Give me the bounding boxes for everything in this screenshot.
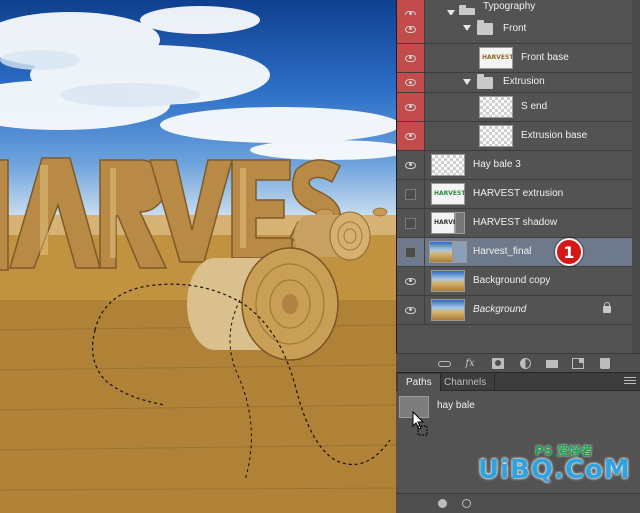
- eye-icon: [405, 103, 416, 111]
- panel-tabbar: Paths Channels: [396, 373, 640, 391]
- tab-channels[interactable]: Channels: [436, 374, 496, 391]
- layer-name: Front: [503, 23, 527, 34]
- chevron-down-icon[interactable]: [463, 25, 471, 31]
- layer-row-extrusion[interactable]: Extrusion: [397, 73, 640, 93]
- layer-row-extrusion-base[interactable]: Extrusion base: [397, 122, 640, 151]
- path-item[interactable]: hay bale: [396, 391, 640, 421]
- eye-icon: [405, 277, 416, 285]
- eye-icon: [405, 306, 416, 314]
- hidden-box-icon: [405, 246, 416, 258]
- hidden-box-icon: [405, 188, 416, 200]
- layer-row-harvest-final[interactable]: Harvest_final: [397, 238, 640, 267]
- layers-panel: Typography Front HARVEST Front base Extr…: [396, 0, 640, 353]
- layer-row-front[interactable]: Front: [397, 15, 640, 44]
- path-name: hay bale: [437, 400, 475, 411]
- eye-icon: [405, 161, 416, 169]
- layer-row-s-end[interactable]: S end: [397, 93, 640, 122]
- visibility-toggle[interactable]: [397, 73, 425, 92]
- layer-thumbnail: [431, 270, 465, 292]
- stroke-path-icon[interactable]: [462, 499, 471, 508]
- layer-name: Front base: [521, 52, 569, 63]
- add-mask-icon[interactable]: [492, 358, 504, 369]
- document-canvas[interactable]: [0, 0, 396, 513]
- layer-name: Background copy: [473, 275, 551, 286]
- visibility-toggle[interactable]: [397, 209, 425, 237]
- layer-row-hay-bale-3[interactable]: Hay bale 3: [397, 151, 640, 180]
- hay-bale-front: [187, 247, 339, 361]
- link-layers-icon[interactable]: [438, 361, 451, 367]
- layer-name: Harvest_final: [473, 246, 532, 257]
- layer-row-background[interactable]: Background: [397, 296, 640, 325]
- layer-thumbnail: [431, 154, 465, 176]
- visibility-toggle[interactable]: [397, 180, 425, 208]
- visibility-toggle[interactable]: [397, 122, 425, 150]
- layer-thumbnail: HARVEST: [431, 183, 465, 205]
- eye-icon: [405, 132, 416, 140]
- eye-icon: [405, 25, 416, 33]
- folder-icon: [477, 20, 493, 35]
- visibility-toggle[interactable]: [397, 296, 425, 324]
- lock-icon: [603, 302, 611, 313]
- layer-row-harvest-extrusion[interactable]: HARVEST HARVEST extrusion: [397, 180, 640, 209]
- layer-name: HARVEST extrusion: [473, 188, 564, 199]
- step-number-badge: 1: [555, 238, 583, 266]
- smart-object-icon: [453, 241, 467, 263]
- layer-row-harvest-shadow[interactable]: HARVEST HARVEST shadow: [397, 209, 640, 238]
- visibility-toggle[interactable]: [397, 238, 425, 266]
- layer-name: Extrusion base: [521, 130, 588, 141]
- eye-icon: [405, 54, 416, 62]
- layer-thumbnail: [429, 241, 453, 263]
- eye-icon: [405, 79, 416, 86]
- visibility-toggle[interactable]: [397, 44, 425, 72]
- canvas-artwork: [0, 6, 396, 513]
- layer-name: Typography: [483, 1, 536, 12]
- layer-name: S end: [521, 101, 548, 112]
- chevron-down-icon[interactable]: [463, 79, 471, 85]
- fx-icon[interactable]: fx: [464, 358, 476, 369]
- layer-thumbnail: [479, 125, 513, 147]
- tab-paths[interactable]: Paths: [398, 374, 441, 391]
- adjustment-layer-icon[interactable]: [520, 358, 531, 369]
- new-layer-icon[interactable]: [572, 358, 584, 369]
- clouds: [0, 6, 396, 160]
- visibility-toggle[interactable]: [397, 15, 425, 43]
- hidden-box-icon: [405, 217, 416, 229]
- hand-cursor-icon: [412, 410, 428, 436]
- visibility-toggle[interactable]: [397, 267, 425, 295]
- layer-thumbnail: [479, 96, 513, 118]
- fill-path-icon[interactable]: [438, 499, 447, 508]
- new-group-icon[interactable]: [546, 360, 558, 368]
- layers-toolbar: fx: [396, 353, 640, 373]
- layer-thumbnail: HARVEST: [479, 47, 513, 69]
- layer-row-front-base[interactable]: HARVEST Front base: [397, 44, 640, 73]
- layer-thumbnail: [431, 299, 465, 321]
- panel-menu-icon[interactable]: [624, 377, 636, 386]
- smart-object-icon: [455, 212, 465, 234]
- watermark-text: UiBQ.CoM: [478, 455, 631, 485]
- layer-name: Background: [473, 304, 527, 315]
- trash-icon[interactable]: [600, 358, 610, 369]
- layer-name: HARVEST shadow: [473, 217, 558, 228]
- layers-scrollbar[interactable]: [632, 0, 640, 353]
- visibility-toggle[interactable]: [397, 151, 425, 179]
- layer-name: Extrusion: [503, 76, 545, 87]
- paths-panel: Paths Channels hay bale: [396, 373, 640, 513]
- visibility-toggle[interactable]: [397, 93, 425, 121]
- layer-row-background-copy[interactable]: Background copy: [397, 267, 640, 296]
- layer-thumbnail: HARVEST: [431, 212, 465, 234]
- folder-icon: [477, 74, 493, 89]
- layer-name: Hay bale 3: [473, 159, 521, 170]
- paths-toolbar: [396, 493, 640, 513]
